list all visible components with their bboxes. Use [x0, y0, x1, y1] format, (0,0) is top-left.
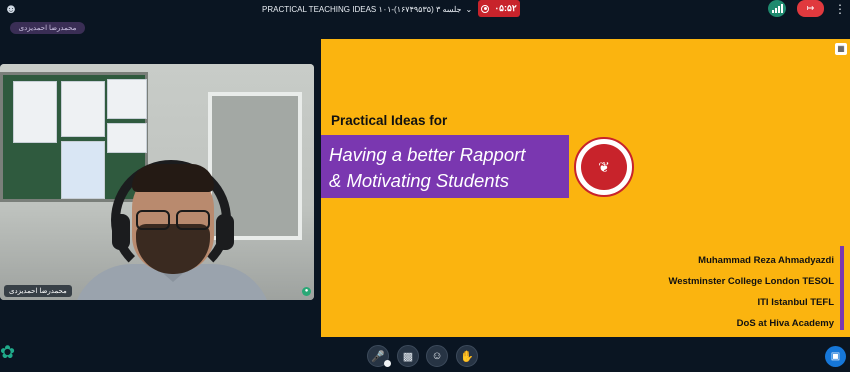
session-title-dropdown[interactable]: PRACTICAL TEACHING IDEAS جلسه ۳ (۱۶۷۴۹۵۳… — [262, 2, 481, 16]
camera-off-icon[interactable]: ▩ — [397, 345, 419, 367]
grid-view-icon[interactable]: ▦ — [835, 43, 847, 55]
credits-divider — [840, 246, 844, 330]
slide-title-line1: Having a better Rapport — [329, 144, 526, 165]
recording-button[interactable]: ۰۵:۵۲ — [478, 0, 520, 17]
record-icon — [481, 4, 490, 13]
participant-video[interactable] — [0, 64, 314, 300]
ai-assistant-icon[interactable]: ✿ — [0, 340, 20, 364]
participant-name-tag: محمدرضا احمدیزدی — [4, 285, 72, 297]
slide-intro: Practical Ideas for — [331, 113, 448, 128]
academy-logo: ❦ — [574, 137, 634, 197]
shared-slide: Practical Ideas for Having a better Rapp… — [321, 39, 850, 337]
chevron-down-icon: ⌄ — [465, 4, 473, 14]
raise-hand-icon[interactable]: ✋ — [456, 345, 478, 367]
slide-title-banner: Having a better Rapport & Motivating Stu… — [321, 135, 569, 198]
signal-icon[interactable] — [768, 0, 786, 17]
video-glasses — [134, 210, 212, 232]
credit-line: Westminster College London TESOL — [668, 276, 834, 287]
more-icon[interactable]: ⋮ — [834, 1, 846, 17]
user-settings-icon[interactable]: ☻ — [3, 1, 19, 17]
slide-credits: Muhammad Reza Ahmadyazdi Westminster Col… — [668, 254, 834, 338]
credit-line: Muhammad Reza Ahmadyazdi — [698, 255, 834, 266]
credit-line: DoS at Hiva Academy — [736, 318, 834, 329]
credit-line: ITI Istanbul TEFL — [757, 297, 834, 308]
emoji-icon[interactable]: ☺ — [426, 345, 448, 367]
recording-timer: ۰۵:۵۲ — [494, 3, 517, 13]
presenter-tag: محمدرضا احمدیزدی — [10, 22, 85, 34]
session-title: PRACTICAL TEACHING IDEAS جلسه ۳ (۱۶۷۴۹۵۳… — [262, 4, 462, 14]
slide-title-line2: & Motivating Students — [329, 170, 509, 191]
video-person-hair — [132, 164, 214, 192]
top-bar: ☻ PRACTICAL TEACHING IDEAS جلسه ۳ (۱۶۷۴۹… — [0, 0, 850, 18]
video-earcup-left — [112, 214, 130, 250]
mic-active-icon: ● — [302, 287, 311, 296]
video-earcup-right — [216, 214, 234, 250]
leave-icon[interactable]: ↦ — [797, 0, 824, 17]
book-icon: ❦ — [581, 144, 627, 190]
mic-status-dot — [384, 360, 391, 367]
chat-icon[interactable]: ▣ — [825, 346, 846, 367]
